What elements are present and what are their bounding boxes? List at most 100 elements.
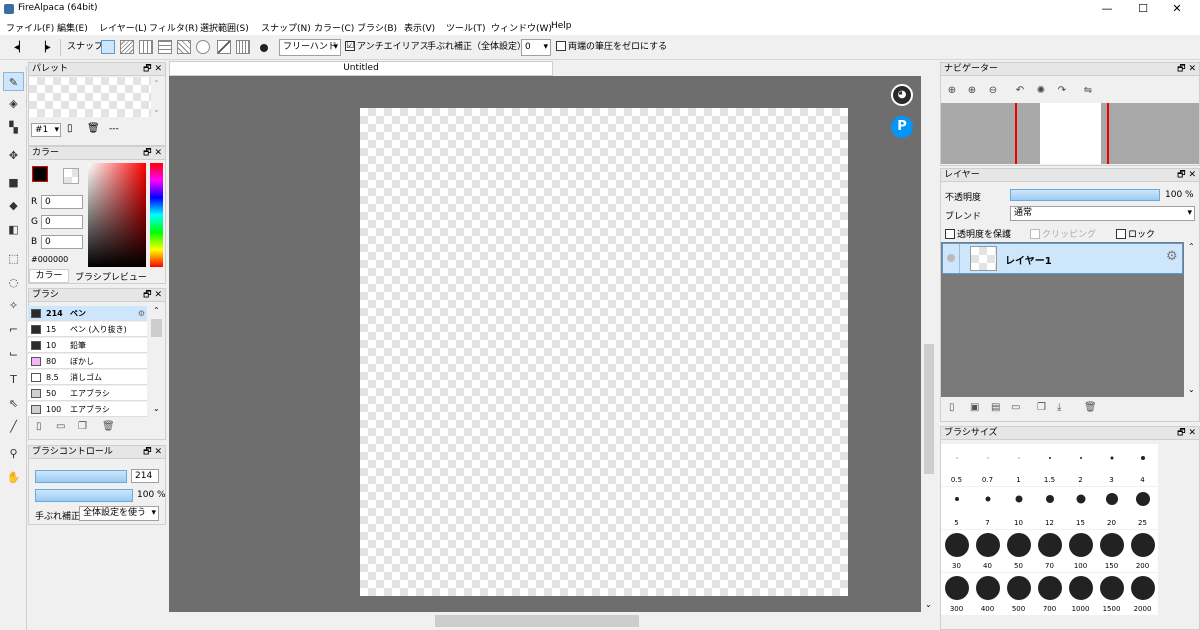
brush-size-cell[interactable]: 70 xyxy=(1034,530,1065,572)
brush-size-cell[interactable]: 20 xyxy=(1096,487,1127,529)
brush-size-cell[interactable]: 5 xyxy=(941,487,972,529)
tab-brush-preview[interactable]: ブラシプレビュー xyxy=(75,270,147,283)
trash-icon[interactable]: 🗑 xyxy=(87,123,100,134)
brush-size-cell[interactable]: 400 xyxy=(972,573,1003,615)
menu-view[interactable]: 表示(V) xyxy=(404,21,435,34)
canvas-horizontal-scrollbar[interactable] xyxy=(169,612,921,630)
stabilizer-select[interactable]: 0 ▾ xyxy=(521,39,551,56)
brush-size-cell[interactable]: 1000 xyxy=(1065,573,1096,615)
saturation-value-picker[interactable] xyxy=(88,163,146,267)
scroll-down-icon[interactable]: ⌄ xyxy=(153,105,160,114)
trash-icon[interactable]: 🗑 xyxy=(1084,402,1097,413)
folder-icon[interactable]: ▭ xyxy=(1011,402,1020,413)
lasso-tool-icon[interactable]: ◌ xyxy=(3,273,24,292)
menu-file[interactable]: ファイル(F) xyxy=(6,21,54,34)
move-tool-icon[interactable]: ✥ xyxy=(3,146,24,165)
canvas-paper[interactable] xyxy=(360,108,848,596)
snap-perspective-icon[interactable] xyxy=(236,40,250,54)
zoom-in-icon[interactable]: ⊕ xyxy=(945,84,959,98)
blur-tool-icon[interactable]: ╱ xyxy=(3,417,24,436)
rotate-right-icon[interactable]: ↷ xyxy=(1055,84,1069,98)
layer-row[interactable]: レイヤー1 ⚙ xyxy=(942,243,1183,274)
brush-item[interactable]: 80 ぼかし xyxy=(28,354,147,369)
brush-dot-icon[interactable] xyxy=(260,44,268,52)
panel-controls-icon[interactable]: 🗗 ✕ xyxy=(1177,169,1196,182)
prev-icon[interactable]: ◂▏ xyxy=(14,39,27,56)
brush-size-cell[interactable]: 10 xyxy=(1003,487,1034,529)
panel-controls-icon[interactable]: 🗗 ✕ xyxy=(143,63,162,76)
brush-size-cell[interactable]: 1 xyxy=(1003,444,1034,486)
gradient-tool-icon[interactable]: ◧ xyxy=(3,220,24,239)
gear-icon[interactable]: ⚙ xyxy=(138,306,145,321)
tab-color[interactable]: カラー xyxy=(29,269,69,283)
menu-window[interactable]: ウィンドウ(W) xyxy=(491,21,552,34)
snap-grid-icon[interactable] xyxy=(139,40,153,54)
scroll-up-icon[interactable]: ⌃ xyxy=(153,79,160,88)
brush-size-cell[interactable]: 1.5 xyxy=(1034,444,1065,486)
rotate-reset-icon[interactable]: ✺ xyxy=(1034,84,1048,98)
new-brush-icon[interactable]: ▯ xyxy=(36,421,42,432)
brush-item[interactable]: 8.5 消しゴム xyxy=(28,370,147,385)
lock-checkbox[interactable]: ロック xyxy=(1116,227,1155,240)
new-8bit-layer-icon[interactable]: ▣ xyxy=(970,402,979,413)
brush-size-cell[interactable]: 3 xyxy=(1096,444,1127,486)
layer-opacity-slider[interactable] xyxy=(1010,189,1160,201)
brush-size-cell[interactable]: 7 xyxy=(972,487,1003,529)
merge-icon[interactable]: ⤓ xyxy=(1057,402,1061,413)
pen-tool-icon[interactable]: ✎ xyxy=(3,72,24,91)
fill-rect-tool-icon[interactable]: ■ xyxy=(3,173,24,192)
trash-icon[interactable]: 🗑 xyxy=(102,421,115,432)
layer-scrollbar[interactable]: ⌃ ⌄ xyxy=(1186,242,1199,397)
bucket-tool-icon[interactable]: ◆ xyxy=(3,196,24,215)
brush-size-cell[interactable]: 15 xyxy=(1065,487,1096,529)
brush-stabilizer-select[interactable]: 全体設定を使う ▾ xyxy=(79,506,159,521)
scrollbar-thumb[interactable] xyxy=(924,344,934,474)
rotate-left-icon[interactable]: ↶ xyxy=(1013,84,1027,98)
g-input[interactable]: 0 xyxy=(41,215,83,229)
lock-check[interactable] xyxy=(1116,228,1126,239)
menu-layer[interactable]: レイヤー(L) xyxy=(99,21,147,34)
brush-item[interactable]: 214 ペン ⚙ xyxy=(28,306,147,321)
panel-controls-icon[interactable]: 🗗 ✕ xyxy=(143,289,162,302)
alpaca-icon[interactable]: ◕ xyxy=(891,84,913,106)
brush-size-slider[interactable] xyxy=(35,470,127,483)
dot-tool-icon[interactable]: ▚ xyxy=(3,118,24,137)
visibility-icon[interactable] xyxy=(947,254,955,262)
brush-opacity-slider[interactable] xyxy=(35,489,133,502)
navigator-preview[interactable] xyxy=(941,103,1199,164)
text-tool-icon[interactable]: T xyxy=(3,370,24,389)
hand-tool-icon[interactable]: ✋ xyxy=(3,468,24,487)
brush-size-cell[interactable]: 200 xyxy=(1127,530,1158,572)
brush-size-cell[interactable]: 50 xyxy=(1003,530,1034,572)
zoom-out-icon[interactable]: ⊖ xyxy=(986,84,1000,98)
brush-size-cell[interactable]: 0.5 xyxy=(941,444,972,486)
palette-swatches[interactable] xyxy=(29,77,151,117)
select-tool-icon[interactable]: ⬚ xyxy=(3,249,24,268)
duplicate-icon[interactable]: ❐ xyxy=(1037,402,1046,413)
blend-select[interactable]: 通常 ▾ xyxy=(1010,206,1195,221)
magic-wand-tool-icon[interactable]: ✧ xyxy=(3,296,24,315)
brush-size-cell[interactable]: 0.7 xyxy=(972,444,1003,486)
menu-edit[interactable]: 編集(E) xyxy=(57,21,88,34)
brush-size-input[interactable]: 214 xyxy=(131,469,159,483)
select-pen-tool-icon[interactable]: ⌐ xyxy=(3,320,24,339)
b-input[interactable]: 0 xyxy=(41,235,83,249)
pressure-checkbox[interactable]: 両端の筆圧をゼロにする xyxy=(556,39,667,56)
zoom-in-large-icon[interactable]: ⊕ xyxy=(965,84,979,98)
brush-size-cell[interactable]: 25 xyxy=(1127,487,1158,529)
canvas-tab[interactable]: Untitled xyxy=(169,61,553,76)
scroll-up-icon[interactable]: ⌃ xyxy=(1188,242,1195,251)
close-button[interactable]: ✕ xyxy=(1154,0,1200,18)
gear-icon[interactable]: ⚙ xyxy=(1166,249,1178,264)
eraser-tool-icon[interactable]: ◈ xyxy=(3,94,24,113)
brush-size-cell[interactable]: 4 xyxy=(1127,444,1158,486)
scroll-down-icon[interactable]: ⌄ xyxy=(1188,385,1195,394)
panel-controls-icon[interactable]: 🗗 ✕ xyxy=(1177,427,1196,440)
brush-item[interactable]: 10 鉛筆 xyxy=(28,338,147,353)
snap-lines-icon[interactable] xyxy=(158,40,172,54)
snap-circle-icon[interactable] xyxy=(196,40,210,54)
snap-curve-icon[interactable] xyxy=(217,40,231,54)
duplicate-icon[interactable]: ❐ xyxy=(78,421,87,432)
panel-controls-icon[interactable]: 🗗 ✕ xyxy=(143,446,162,459)
menu-color[interactable]: カラー(C) xyxy=(314,21,354,34)
